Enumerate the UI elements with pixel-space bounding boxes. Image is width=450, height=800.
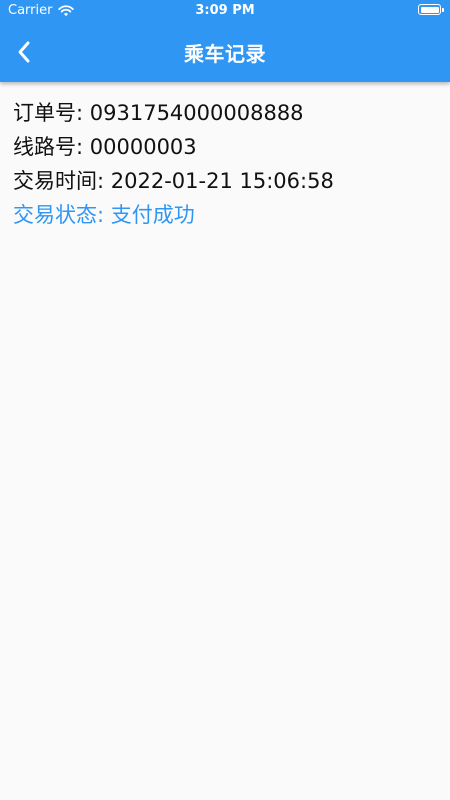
route-number-value: 00000003 (89, 135, 197, 159)
transaction-status-value: 支付成功 (110, 203, 195, 227)
page-title: 乘车记录 (184, 42, 266, 66)
order-number-label: 订单号: (13, 101, 90, 125)
status-time: 3:09 PM (195, 3, 255, 18)
route-number-row: 线路号: 00000003 (13, 130, 440, 164)
status-bar: Carrier 3:09 PM (0, 0, 450, 24)
transaction-status-label: 交易状态: (13, 203, 111, 227)
transaction-time-value: 2022-01-21 15:06:58 (110, 169, 334, 193)
order-number-value: 0931754000008888 (89, 101, 304, 125)
transaction-time-row: 交易时间: 2022-01-21 15:06:58 (13, 164, 440, 198)
ride-record-detail: 订单号: 0931754000008888 线路号: 00000003 交易时间… (13, 96, 440, 232)
app-bar: Carrier 3:09 PM 乘车记录 (0, 0, 450, 82)
order-number-row: 订单号: 0931754000008888 (13, 96, 440, 130)
transaction-status-row: 交易状态: 支付成功 (13, 198, 440, 232)
transaction-time-label: 交易时间: (13, 169, 111, 193)
route-number-label: 线路号: (13, 135, 90, 159)
battery-icon (418, 4, 444, 15)
